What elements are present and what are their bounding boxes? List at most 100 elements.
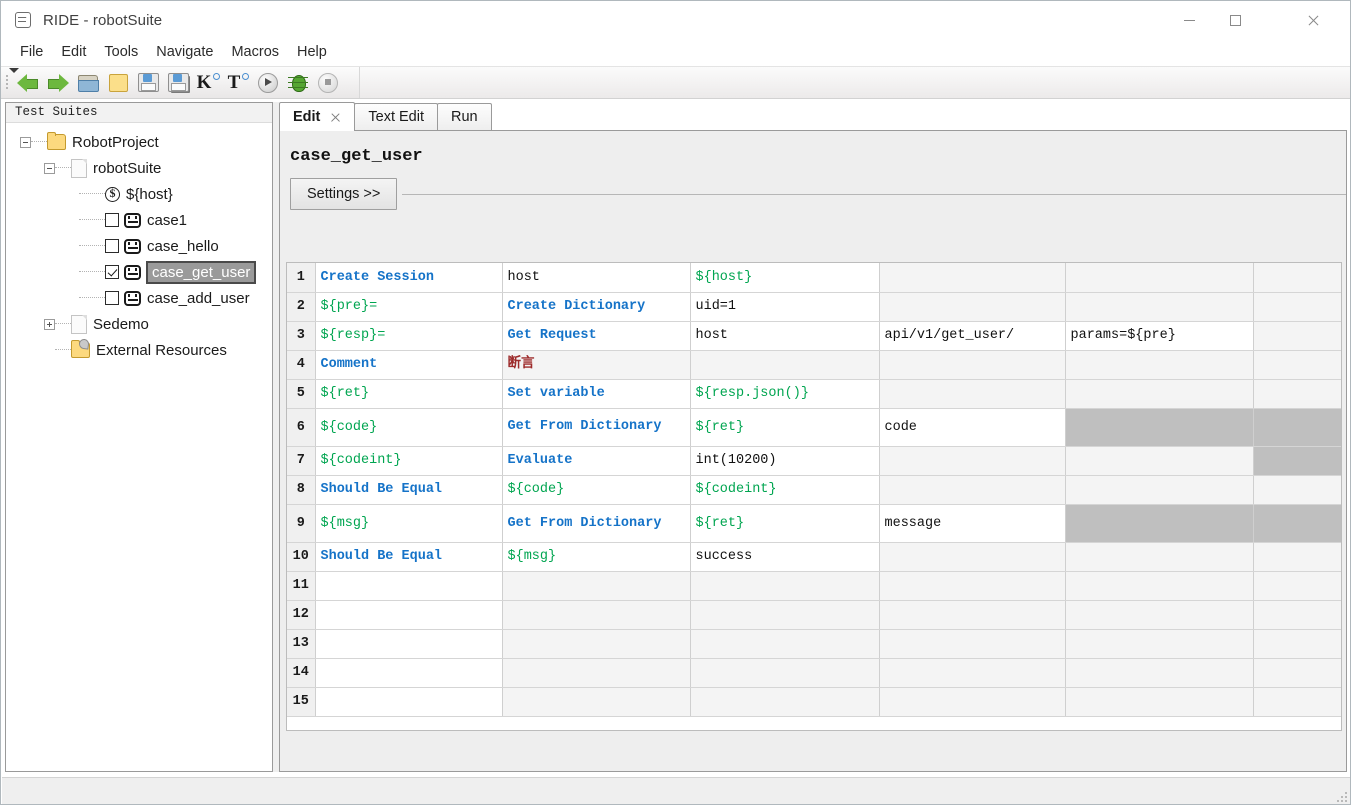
grid-cell[interactable] — [1065, 446, 1254, 476]
tree-item-case_get_user[interactable]: case_get_user — [6, 259, 272, 285]
grid-cell[interactable] — [315, 687, 503, 717]
grid-cell[interactable] — [1253, 600, 1341, 630]
grid-cell[interactable] — [879, 350, 1066, 380]
tab-edit[interactable]: Edit — [279, 102, 356, 131]
tab-close-icon[interactable] — [330, 112, 341, 123]
close-button[interactable] — [1290, 1, 1336, 39]
grid-cell[interactable] — [1065, 379, 1254, 409]
tree-item-sedemo[interactable]: Sedemo — [6, 311, 272, 337]
grid-cell[interactable]: int(10200) — [690, 446, 880, 476]
grid-cell[interactable] — [1065, 658, 1254, 688]
grid-cell[interactable] — [1253, 263, 1341, 293]
table-row[interactable]: 9 ${msg} Get From Dictionary ${ret} message — [287, 504, 1341, 543]
grid-cell[interactable]: host — [690, 321, 880, 351]
grid-cell[interactable] — [502, 658, 691, 688]
grid-cell[interactable]: ${code} — [315, 408, 503, 447]
save-button[interactable] — [133, 68, 163, 98]
grid-cell[interactable] — [502, 600, 691, 630]
tree-checkbox[interactable] — [105, 239, 119, 253]
grid-cell[interactable] — [1253, 504, 1341, 543]
grid-cell[interactable] — [879, 658, 1066, 688]
table-row[interactable]: 6 ${code} Get From Dictionary ${ret} code — [287, 408, 1341, 447]
grid-cell[interactable] — [1253, 408, 1341, 447]
menu-navigate[interactable]: Navigate — [147, 42, 222, 62]
table-row[interactable]: 14 — [287, 658, 1341, 688]
grid-cell[interactable] — [879, 292, 1066, 322]
grid-cell[interactable] — [502, 571, 691, 601]
table-row[interactable]: 7 ${codeint} Evaluate int(10200) — [287, 446, 1341, 476]
tree-item-case_hello[interactable]: case_hello — [6, 233, 272, 259]
table-row[interactable]: 12 — [287, 600, 1341, 630]
grid-cell[interactable]: ${msg} — [315, 504, 503, 543]
grid-cell[interactable]: ${resp}= — [315, 321, 503, 351]
grid-cell[interactable]: Get From Dictionary — [502, 504, 691, 543]
grid-cell[interactable]: host — [502, 263, 691, 293]
grid-cell[interactable] — [1253, 687, 1341, 717]
grid-cell[interactable]: code — [879, 408, 1066, 447]
expand-icon[interactable] — [44, 318, 55, 330]
grid-cell[interactable] — [690, 350, 880, 380]
grid-cell[interactable] — [1253, 446, 1341, 476]
grid-cell[interactable] — [879, 263, 1066, 293]
grid-cell[interactable]: ${code} — [502, 475, 691, 505]
grid-cell[interactable] — [879, 379, 1066, 409]
grid-cell[interactable]: params=${pre} — [1065, 321, 1254, 351]
grid-cell[interactable] — [1065, 292, 1254, 322]
grid-cell[interactable]: Should Be Equal — [315, 542, 503, 572]
grid-cell[interactable] — [879, 629, 1066, 659]
grid-cell[interactable] — [1253, 321, 1341, 351]
grid-cell[interactable]: ${codeint} — [690, 475, 880, 505]
tree-item-external-resources[interactable]: External Resources — [6, 337, 272, 363]
grid-cell[interactable] — [1065, 350, 1254, 380]
settings-button[interactable]: Settings >> — [290, 178, 398, 210]
grid-cell[interactable]: ${resp.json()} — [690, 379, 880, 409]
grid-cell[interactable] — [315, 658, 503, 688]
grid-cell[interactable] — [1065, 475, 1254, 505]
tree-item-host[interactable]: $ ${host} — [6, 181, 272, 207]
table-row[interactable]: 10 Should Be Equal ${msg} success — [287, 542, 1341, 572]
grid-cell[interactable]: Set variable — [502, 379, 691, 409]
menu-help[interactable]: Help — [288, 42, 336, 62]
grid-cell[interactable]: Create Dictionary — [502, 292, 691, 322]
grid-cell[interactable]: Get Request — [502, 321, 691, 351]
grid-cell[interactable] — [1253, 629, 1341, 659]
grid-cell[interactable]: message — [879, 504, 1066, 543]
table-row[interactable]: 15 — [287, 687, 1341, 717]
tree-item-robotproject[interactable]: RobotProject — [6, 129, 272, 155]
table-row[interactable]: 4 Comment 断言 — [287, 350, 1341, 380]
grid-cell[interactable] — [1065, 504, 1254, 543]
grid-cell[interactable] — [1065, 629, 1254, 659]
grid-cell[interactable] — [1065, 263, 1254, 293]
grid-cell[interactable] — [879, 600, 1066, 630]
grid-cell[interactable] — [502, 629, 691, 659]
open-button[interactable] — [73, 68, 103, 98]
minimize-button[interactable] — [1166, 1, 1212, 39]
grid-cell[interactable] — [879, 542, 1066, 572]
collapse-icon[interactable] — [44, 162, 55, 174]
grid-cell[interactable] — [690, 629, 880, 659]
maximize-button[interactable] — [1212, 1, 1258, 39]
grid-cell[interactable] — [1065, 542, 1254, 572]
grid-cell[interactable] — [879, 687, 1066, 717]
grid-cell[interactable]: 断言 — [502, 350, 691, 380]
keyword-grid-container[interactable]: 1 Create Session host ${host} 2 ${pre}= Create… — [286, 262, 1342, 731]
save-all-button[interactable] — [163, 68, 193, 98]
tab-run[interactable]: Run — [437, 103, 492, 130]
run-button[interactable] — [253, 68, 283, 98]
tree-item-robotsuite[interactable]: robotSuite — [6, 155, 272, 181]
tab-text-edit[interactable]: Text Edit — [354, 103, 438, 130]
grid-cell[interactable]: api/v1/get_user/ — [879, 321, 1066, 351]
grid-cell[interactable]: Comment — [315, 350, 503, 380]
grid-cell[interactable] — [315, 600, 503, 630]
new-button[interactable] — [103, 68, 133, 98]
stop-button[interactable] — [313, 68, 343, 98]
grid-cell[interactable]: ${ret} — [690, 408, 880, 447]
tree-checkbox[interactable] — [105, 291, 119, 305]
forward-button[interactable] — [43, 68, 73, 98]
grid-cell[interactable] — [1253, 292, 1341, 322]
grid-cell[interactable] — [879, 446, 1066, 476]
grid-cell[interactable]: ${codeint} — [315, 446, 503, 476]
grid-cell[interactable] — [1253, 379, 1341, 409]
resize-grip[interactable] — [1336, 791, 1347, 802]
table-row[interactable]: 11 — [287, 571, 1341, 601]
